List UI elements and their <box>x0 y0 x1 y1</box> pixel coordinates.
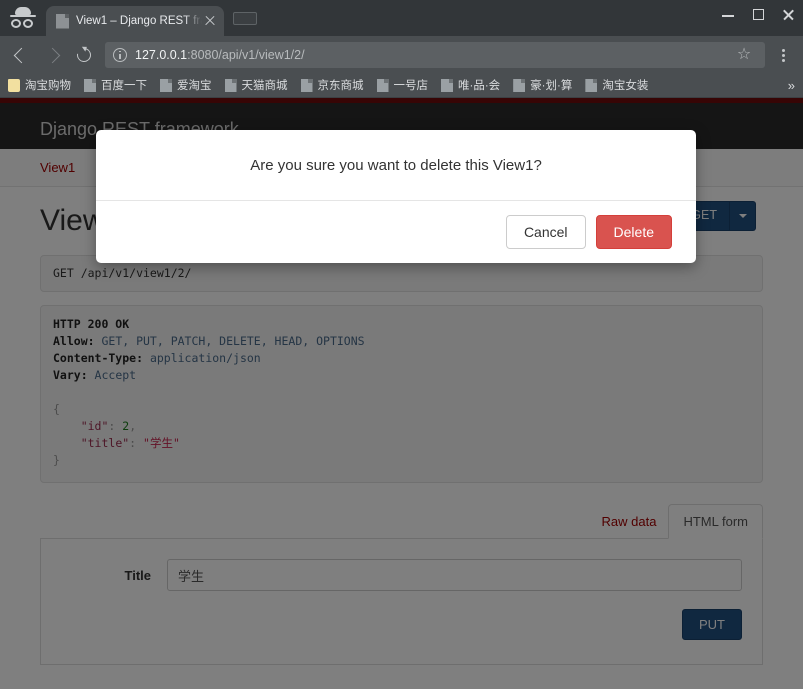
bookmark-item[interactable]: 豪·划·算 <box>513 77 572 93</box>
back-button[interactable] <box>8 41 36 69</box>
browser-titlebar: View1 – Django REST fram <box>0 0 803 36</box>
page-icon <box>224 78 237 92</box>
maximize-icon[interactable] <box>743 0 773 30</box>
bookmark-item[interactable]: 一号店 <box>376 77 429 93</box>
page-icon <box>56 13 69 29</box>
window-controls <box>713 0 803 30</box>
bookmark-label: 百度一下 <box>101 80 147 92</box>
bookmark-item[interactable]: 京东商城 <box>300 77 364 93</box>
three-dot-menu-icon[interactable] <box>771 41 795 69</box>
bookmark-item[interactable]: 淘宝购物 <box>8 77 71 93</box>
bookmark-star-button[interactable]: ☆ <box>731 42 757 68</box>
tab-title: View1 – Django REST fram <box>76 15 202 27</box>
bookmark-item[interactable]: 唯·品·会 <box>441 77 500 93</box>
browser-tab[interactable]: View1 – Django REST fram <box>46 6 224 36</box>
cancel-button[interactable]: Cancel <box>505 215 586 249</box>
info-icon[interactable] <box>113 47 127 62</box>
bookmark-label: 唯·品·会 <box>458 80 501 92</box>
bookmark-item[interactable]: 天猫商城 <box>224 77 288 93</box>
bookmark-item[interactable]: 淘宝女装 <box>585 77 648 93</box>
address-bar[interactable]: 127.0.0.1:8080/api/v1/view1/2/ ☆ <box>105 41 765 68</box>
star-icon: ☆ <box>736 45 752 63</box>
modal-footer: Cancel Delete <box>96 200 696 263</box>
page-icon <box>376 78 389 92</box>
bookmark-item[interactable]: 百度一下 <box>84 77 147 93</box>
forward-button[interactable] <box>39 41 67 69</box>
delete-confirmation-modal: Are you sure you want to delete this Vie… <box>96 130 696 263</box>
bookmark-item[interactable]: 爱淘宝 <box>160 77 212 93</box>
new-tab-button[interactable] <box>227 6 263 36</box>
browser-window: View1 – Django REST fram 127.0.0.1:8080/… <box>0 0 803 689</box>
page-icon <box>84 78 96 92</box>
page-icon <box>441 78 453 92</box>
bookmarks-overflow-button[interactable]: » <box>788 73 795 98</box>
url-path: :8080/api/v1/view1/2/ <box>187 47 305 62</box>
page-icon <box>513 78 526 92</box>
incognito-indicator <box>0 0 46 36</box>
page-icon <box>585 78 598 92</box>
window-close-icon[interactable] <box>773 0 803 30</box>
incognito-icon <box>10 7 36 29</box>
url-text: 127.0.0.1:8080/api/v1/view1/2/ <box>135 48 305 62</box>
close-icon[interactable] <box>202 13 218 29</box>
delete-button[interactable]: Delete <box>595 215 672 249</box>
url-host: 127.0.0.1 <box>135 47 188 62</box>
bookmark-label: 一号店 <box>393 80 429 92</box>
bookmark-label: 京东商城 <box>317 80 364 92</box>
browser-toolbar: 127.0.0.1:8080/api/v1/view1/2/ ☆ <box>0 36 803 73</box>
bookmarks-bar: 淘宝购物 百度一下 爱淘宝 天猫商城 京东商城 一号店 唯·品·会 豪·划·算 <box>0 73 803 98</box>
bookmark-label: 淘宝购物 <box>25 80 71 92</box>
bookmark-label: 淘宝女装 <box>602 80 649 92</box>
bookmark-label: 天猫商城 <box>241 80 288 92</box>
page-icon <box>160 78 172 92</box>
minimize-icon[interactable] <box>713 0 743 30</box>
bookmark-label: 爱淘宝 <box>177 80 212 92</box>
bookmark-label: 豪·划·算 <box>530 80 573 92</box>
folder-icon <box>8 78 20 92</box>
reload-button[interactable] <box>70 41 98 69</box>
page-icon <box>300 78 313 92</box>
modal-message: Are you sure you want to delete this Vie… <box>250 157 542 174</box>
